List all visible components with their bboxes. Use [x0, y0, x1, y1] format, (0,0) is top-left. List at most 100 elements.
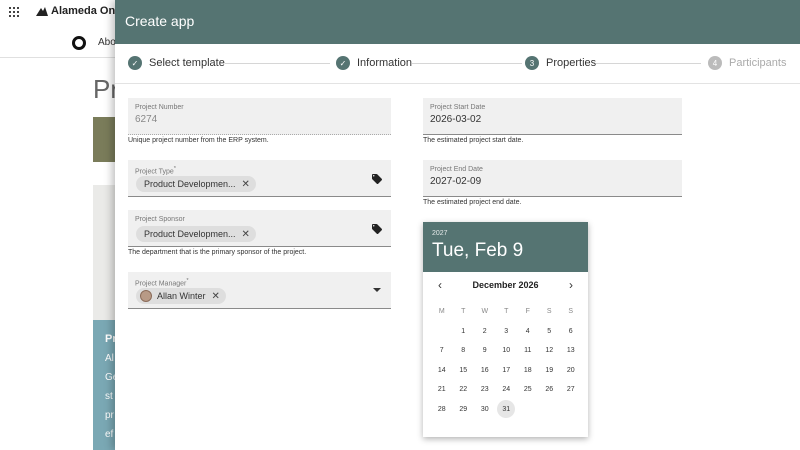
- start-date-hint: The estimated project start date.: [423, 137, 524, 144]
- calendar-day[interactable]: 2: [474, 328, 496, 335]
- calendar-day[interactable]: 17: [496, 367, 518, 374]
- field-label: Project Start Date: [430, 104, 486, 111]
- calendar-day[interactable]: 3: [496, 328, 518, 335]
- step-label: Information: [357, 57, 413, 69]
- chip-label: Product Developmen...: [144, 229, 236, 239]
- step-label: Properties: [546, 57, 597, 69]
- hero-image: [93, 117, 115, 162]
- step-label: Select template: [149, 57, 225, 69]
- step-information[interactable]: ✓ Information: [336, 56, 412, 70]
- calendar-day[interactable]: 24: [496, 386, 518, 393]
- org-logo-icon: [72, 36, 86, 50]
- calendar-day[interactable]: 29: [453, 406, 475, 413]
- calendar-day[interactable]: 14: [431, 367, 453, 374]
- field-label: Project Sponsor: [135, 216, 185, 223]
- chip-label: Product Developmen...: [144, 179, 236, 189]
- project-sponsor-hint: The department that is the primary spons…: [128, 249, 307, 256]
- date-picker-header: 2027 Tue, Feb 9: [423, 222, 588, 272]
- check-icon: ✓: [128, 56, 142, 70]
- calendar-day[interactable]: 31: [496, 399, 518, 418]
- avatar: [140, 290, 152, 302]
- create-app-dialog: Create app ✓ Select template ✓ Informati…: [115, 0, 800, 450]
- remove-chip-icon[interactable]: ✕: [242, 179, 250, 190]
- nav-item-about[interactable]: Abo: [98, 37, 116, 48]
- project-number-field: Project Number 6274: [128, 98, 391, 135]
- brand-logo[interactable]: Alameda One: [36, 5, 121, 17]
- tag-icon[interactable]: [371, 173, 383, 185]
- step-properties[interactable]: 3 Properties: [525, 56, 596, 70]
- project-manager-chip[interactable]: Allan Winter ✕: [136, 288, 226, 304]
- dialog-title: Create app: [115, 0, 800, 44]
- month-navigation: ‹ December 2026 ›: [423, 272, 588, 298]
- step-number-badge: 4: [708, 56, 722, 70]
- info-panel-line: pr: [105, 410, 114, 421]
- end-date-hint: The estimated project end date.: [423, 199, 522, 206]
- project-sponsor-chip[interactable]: Product Developmen... ✕: [136, 226, 256, 242]
- calendar-day[interactable]: 16: [474, 367, 496, 374]
- weekday-label: T: [504, 308, 509, 316]
- calendar-week: 14 15 16 17 18 19 20: [431, 361, 582, 381]
- calendar-day[interactable]: 23: [474, 386, 496, 393]
- calendar-day[interactable]: 10: [496, 347, 518, 354]
- weekday-label: T: [461, 308, 466, 316]
- project-number-hint: Unique project number from the ERP syste…: [128, 137, 269, 144]
- month-label: December 2026: [472, 280, 539, 290]
- calendar-day[interactable]: 21: [431, 386, 453, 393]
- project-sponsor-field[interactable]: Project Sponsor Product Developmen... ✕: [128, 210, 391, 247]
- calendar-day[interactable]: 11: [517, 347, 539, 354]
- calendar-day[interactable]: 22: [453, 386, 475, 393]
- calendar-day[interactable]: 15: [453, 367, 475, 374]
- calendar-day[interactable]: 12: [539, 347, 561, 354]
- brand-name: Alameda One: [51, 5, 122, 17]
- apps-grid-icon[interactable]: [9, 7, 19, 17]
- end-date-field[interactable]: Project End Date 2027-02-09: [423, 160, 682, 197]
- start-date-field[interactable]: Project Start Date 2026-03-02: [423, 98, 682, 135]
- field-label: Project Type*: [135, 166, 177, 176]
- calendar-day[interactable]: 9: [474, 347, 496, 354]
- field-label: Project Manager*: [135, 278, 189, 288]
- calendar-day[interactable]: 25: [517, 386, 539, 393]
- calendar-day[interactable]: 1: [453, 328, 475, 335]
- calendar-day[interactable]: 27: [560, 386, 582, 393]
- calendar-day[interactable]: 30: [474, 406, 496, 413]
- calendar-day[interactable]: 6: [560, 328, 582, 335]
- step-number-badge: 3: [525, 56, 539, 70]
- weekday-label: W: [481, 308, 489, 316]
- project-manager-field[interactable]: Project Manager* Allan Winter ✕: [128, 272, 391, 309]
- step-connector: [596, 63, 701, 64]
- stepper: ✓ Select template ✓ Information 3 Proper…: [115, 44, 800, 84]
- chevron-down-icon[interactable]: [373, 288, 381, 292]
- step-connector: [225, 63, 330, 64]
- weekday-label: S: [568, 308, 574, 316]
- picker-year[interactable]: 2027: [432, 230, 588, 237]
- content-card: [93, 185, 115, 320]
- calendar-day[interactable]: 7: [431, 347, 453, 354]
- calendar-day[interactable]: 5: [539, 328, 561, 335]
- remove-chip-icon[interactable]: ✕: [212, 291, 220, 302]
- tag-icon[interactable]: [371, 223, 383, 235]
- calendar-day[interactable]: 8: [453, 347, 475, 354]
- calendar-week: 28 29 30 31: [431, 399, 582, 420]
- remove-chip-icon[interactable]: ✕: [242, 229, 250, 240]
- calendar-day[interactable]: 20: [560, 367, 582, 374]
- date-picker: 2027 Tue, Feb 9 ‹ December 2026 › MTWTFS…: [423, 222, 588, 437]
- step-participants[interactable]: 4 Participants: [708, 56, 786, 70]
- project-number-value: 6274: [135, 114, 158, 125]
- calendar-day[interactable]: 18: [517, 367, 539, 374]
- calendar-day[interactable]: 13: [560, 347, 582, 354]
- check-icon: ✓: [336, 56, 350, 70]
- weekday-header: MTWTFSS: [431, 302, 582, 322]
- info-panel-heading: Pr: [105, 333, 115, 345]
- info-panel-line: ac: [93, 444, 115, 450]
- calendar-day[interactable]: 4: [517, 328, 539, 335]
- calendar-day[interactable]: 19: [539, 367, 561, 374]
- chevron-right-icon[interactable]: ›: [569, 278, 573, 292]
- start-date-value: 2026-03-02: [430, 114, 482, 125]
- project-type-field[interactable]: Project Type* Product Developmen... ✕: [128, 160, 391, 197]
- calendar-day[interactable]: 28: [431, 406, 453, 413]
- step-connector: [412, 63, 522, 64]
- end-date-value: 2027-02-09: [430, 176, 482, 187]
- step-select-template[interactable]: ✓ Select template: [128, 56, 225, 70]
- project-type-chip[interactable]: Product Developmen... ✕: [136, 176, 256, 192]
- calendar-day[interactable]: 26: [539, 386, 561, 393]
